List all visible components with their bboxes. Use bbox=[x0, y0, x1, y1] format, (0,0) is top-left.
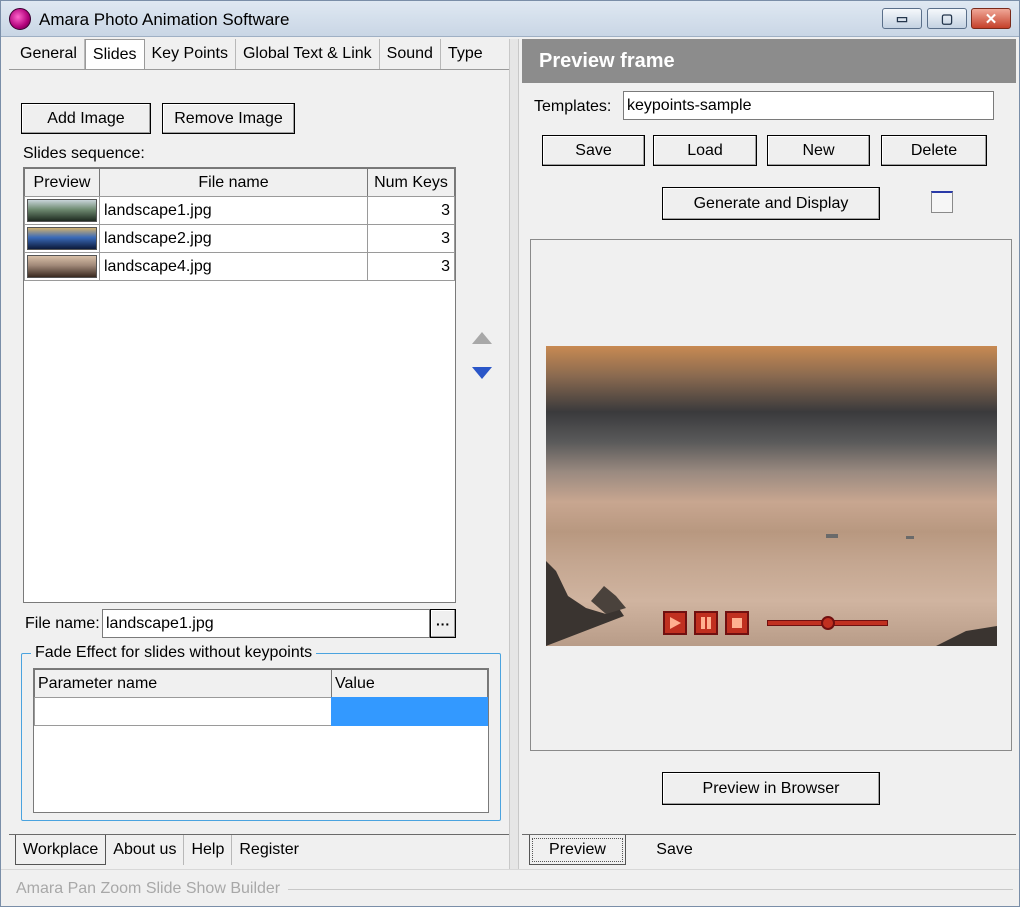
file-name-cell: landscape4.jpg bbox=[99, 252, 368, 281]
tab-save[interactable]: Save bbox=[626, 835, 723, 865]
fade-effect-title: Fade Effect for slides without keypoints bbox=[31, 644, 317, 662]
num-keys-cell: 3 bbox=[367, 224, 455, 253]
tab-divider bbox=[9, 69, 509, 70]
thumbnail-image bbox=[27, 255, 97, 278]
num-keys-cell: 3 bbox=[367, 252, 455, 281]
table-row[interactable]: landscape4.jpg 3 bbox=[24, 252, 455, 281]
tab-preview[interactable]: Preview bbox=[529, 835, 626, 865]
browse-button[interactable]: ··· bbox=[430, 609, 456, 638]
seek-slider-knob[interactable] bbox=[820, 616, 835, 630]
preview-cell bbox=[24, 252, 100, 281]
play-icon bbox=[670, 617, 681, 629]
left-bottom-tabstrip: Workplace About us Help Register bbox=[15, 835, 306, 865]
parameter-name-cell[interactable] bbox=[34, 697, 332, 726]
col-value[interactable]: Value bbox=[331, 669, 488, 698]
file-name-field[interactable]: landscape1.jpg bbox=[102, 609, 430, 638]
slides-table-header: Preview File name Num Keys bbox=[24, 168, 455, 197]
table-row[interactable] bbox=[34, 697, 488, 726]
file-name-label: File name: bbox=[25, 615, 100, 632]
num-keys-cell: 3 bbox=[367, 196, 455, 225]
app-window: Amara Photo Animation Software ▭ ▢ ✕ Gen… bbox=[0, 0, 1020, 907]
load-template-button[interactable]: Load bbox=[653, 135, 757, 166]
preview-in-browser-button[interactable]: Preview in Browser bbox=[662, 772, 880, 805]
tab-global-text-link[interactable]: Global Text & Link bbox=[236, 39, 380, 69]
remove-image-button[interactable]: Remove Image bbox=[162, 103, 295, 134]
maximize-icon: ▢ bbox=[940, 10, 954, 26]
maximize-button[interactable]: ▢ bbox=[927, 8, 967, 29]
stop-icon bbox=[732, 618, 742, 628]
stop-button[interactable] bbox=[725, 611, 749, 635]
title-bar: Amara Photo Animation Software ▭ ▢ ✕ bbox=[1, 1, 1019, 37]
app-logo-icon bbox=[9, 8, 31, 30]
generate-display-button[interactable]: Generate and Display bbox=[662, 187, 880, 220]
thumbnail-image bbox=[27, 199, 97, 222]
right-bottom-tabstrip: Preview Save bbox=[529, 835, 723, 865]
pause-button[interactable] bbox=[694, 611, 718, 635]
landscape-rocks bbox=[546, 534, 997, 646]
table-row[interactable]: landscape1.jpg 3 bbox=[24, 196, 455, 225]
templates-field[interactable]: keypoints-sample bbox=[623, 91, 994, 120]
col-num-keys[interactable]: Num Keys bbox=[367, 168, 455, 197]
parameter-table[interactable]: Parameter name Value bbox=[33, 668, 489, 813]
footer-rule bbox=[288, 889, 1013, 890]
tab-register[interactable]: Register bbox=[232, 835, 306, 865]
tab-general[interactable]: General bbox=[13, 39, 85, 69]
preview-frame-header: Preview frame bbox=[522, 39, 1016, 83]
left-tabstrip: General Slides Key Points Global Text & … bbox=[13, 39, 490, 69]
splitter[interactable] bbox=[509, 39, 519, 869]
seek-slider[interactable] bbox=[767, 616, 888, 630]
tab-slides[interactable]: Slides bbox=[84, 39, 145, 69]
new-template-button[interactable]: New bbox=[767, 135, 870, 166]
file-name-cell: landscape2.jpg bbox=[99, 224, 368, 253]
tab-help[interactable]: Help bbox=[184, 835, 233, 865]
slides-sequence-label: Slides sequence: bbox=[23, 145, 145, 162]
play-button[interactable] bbox=[663, 611, 687, 635]
move-down-icon[interactable] bbox=[471, 365, 493, 381]
minimize-icon: ▭ bbox=[895, 10, 909, 26]
table-row[interactable]: landscape2.jpg 3 bbox=[24, 224, 455, 253]
thumbnail-image bbox=[27, 227, 97, 250]
color-swatch-icon[interactable] bbox=[931, 191, 953, 213]
file-name-cell: landscape1.jpg bbox=[99, 196, 368, 225]
save-template-button[interactable]: Save bbox=[542, 135, 645, 166]
pause-icon bbox=[701, 617, 711, 629]
tab-workplace[interactable]: Workplace bbox=[15, 835, 107, 865]
preview-cell bbox=[24, 196, 100, 225]
col-preview[interactable]: Preview bbox=[24, 168, 100, 197]
tab-key-points[interactable]: Key Points bbox=[145, 39, 236, 69]
move-up-icon[interactable] bbox=[471, 330, 493, 346]
templates-label: Templates: bbox=[534, 98, 612, 115]
delete-template-button[interactable]: Delete bbox=[881, 135, 987, 166]
preview-photo bbox=[546, 346, 997, 646]
minimize-button[interactable]: ▭ bbox=[882, 8, 922, 29]
tab-sound[interactable]: Sound bbox=[380, 39, 441, 69]
footer-label: Amara Pan Zoom Slide Show Builder bbox=[16, 880, 281, 897]
close-button[interactable]: ✕ bbox=[971, 8, 1011, 29]
parameter-table-header: Parameter name Value bbox=[34, 669, 488, 698]
close-icon: ✕ bbox=[984, 10, 998, 28]
add-image-button[interactable]: Add Image bbox=[21, 103, 151, 134]
col-parameter-name[interactable]: Parameter name bbox=[34, 669, 332, 698]
col-file-name[interactable]: File name bbox=[99, 168, 368, 197]
preview-cell bbox=[24, 224, 100, 253]
window-title: Amara Photo Animation Software bbox=[39, 10, 290, 29]
tab-type[interactable]: Type bbox=[441, 39, 490, 69]
slides-table[interactable]: Preview File name Num Keys landscape1.jp… bbox=[23, 167, 456, 603]
tab-about-us[interactable]: About us bbox=[106, 835, 185, 865]
parameter-value-cell-selected[interactable] bbox=[331, 697, 488, 726]
